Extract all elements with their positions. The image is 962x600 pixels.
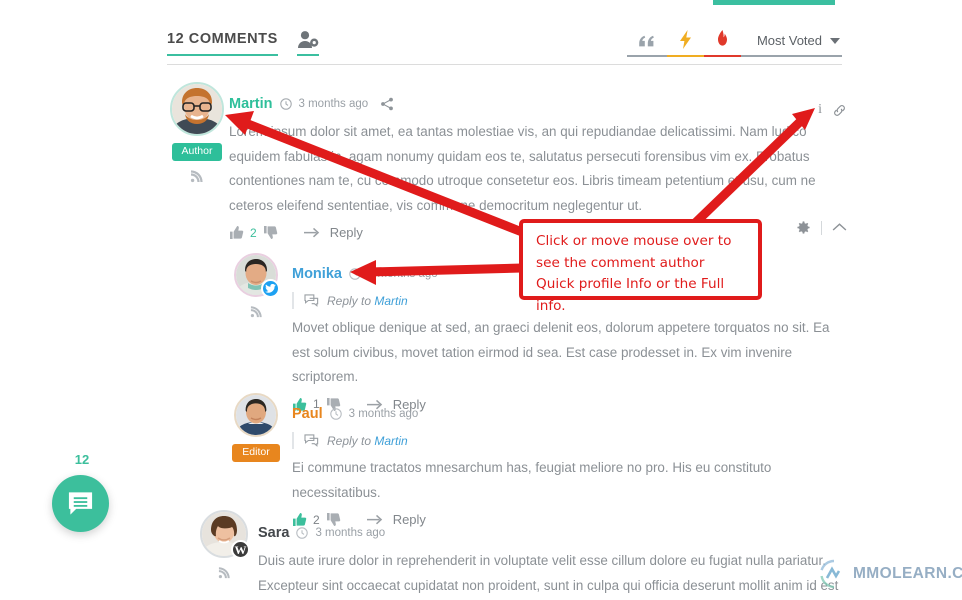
clock-icon <box>296 527 309 539</box>
chevron-down-icon <box>830 37 840 44</box>
avatar-column-martin: Author <box>167 82 227 183</box>
divider <box>821 220 822 235</box>
rss-icon[interactable] <box>167 169 227 183</box>
clock-icon <box>279 98 292 110</box>
reply-to-text: Reply to Martin <box>327 433 408 448</box>
clock-icon <box>349 268 361 280</box>
twitter-badge-icon <box>261 279 280 298</box>
comment-text: Lorem ipsum dolor sit amet, ea tantas mo… <box>229 124 816 213</box>
reply-to-author[interactable]: Martin <box>374 294 407 308</box>
thumbs-up-icon[interactable] <box>229 225 244 240</box>
reply-arrow-icon <box>303 227 319 238</box>
sort-dropdown-label: Most Voted <box>756 33 822 48</box>
comment-bubble-icon[interactable] <box>52 475 109 532</box>
author-name[interactable]: Martin <box>229 96 273 112</box>
comment-text: Duis aute irure dolor in reprehenderit i… <box>258 553 839 593</box>
wordpress-badge-icon: W <box>231 540 250 559</box>
link-icon[interactable] <box>832 103 847 118</box>
sort-dropdown[interactable]: Most Voted <box>740 33 842 57</box>
comment-meta: Martin 3 months ago <box>229 95 847 113</box>
comment-right-tools-top: i <box>818 102 847 118</box>
floating-comment-widget: 12 <box>52 452 112 532</box>
comment-meta: Sara 3 months ago <box>258 524 848 542</box>
gear-icon[interactable] <box>796 220 811 235</box>
comment-meta: Paul 3 months ago <box>292 405 848 423</box>
user-settings-icon[interactable] <box>296 30 319 56</box>
avatar[interactable]: W <box>200 510 250 559</box>
comment-body-paul: Paul 3 months ago Reply to Martin Ei com… <box>292 405 848 527</box>
lightning-icon[interactable] <box>666 30 704 57</box>
clock-icon <box>329 408 342 420</box>
quote-icon[interactable] <box>626 33 667 57</box>
annotation-callout-text: Click or move mouse over to see the comm… <box>536 233 732 314</box>
rss-icon[interactable] <box>196 566 252 579</box>
header-toolbar: Most Voted <box>626 30 842 57</box>
info-icon[interactable]: i <box>818 102 822 118</box>
avatar[interactable] <box>170 82 224 136</box>
comments-count-tab[interactable]: 12 COMMENTS <box>167 31 278 56</box>
watermark-logo-icon <box>820 559 841 589</box>
reply-bubble-icon <box>304 434 319 447</box>
comment-right-tools-bottom <box>796 220 847 235</box>
author-name[interactable]: Paul <box>292 406 323 422</box>
author-name[interactable]: Sara <box>258 525 289 541</box>
reply-to-text: Reply to Martin <box>327 293 408 308</box>
comment-timestamp: 3 months ago <box>367 268 438 280</box>
reply-bubble-icon <box>304 294 319 307</box>
role-badge: Author <box>171 143 223 161</box>
avatar-column-paul: Editor <box>230 393 282 462</box>
reply-to-author[interactable]: Martin <box>374 434 407 448</box>
share-icon[interactable] <box>380 97 394 111</box>
reply-button[interactable]: Reply <box>303 225 363 240</box>
header-left-group: 12 COMMENTS <box>167 30 319 56</box>
avatar-column-monika <box>230 253 282 318</box>
rss-icon[interactable] <box>230 305 282 318</box>
comment-timestamp: 3 months ago <box>315 527 386 539</box>
role-badge: Editor <box>232 444 280 462</box>
avatar-column-sara: W <box>196 510 252 579</box>
flame-icon[interactable] <box>703 30 741 57</box>
reply-label: Reply <box>329 225 363 240</box>
top-accent-bar <box>713 0 835 5</box>
watermark-text: MMOLEARN.COM <box>853 565 962 582</box>
avatar[interactable] <box>234 253 280 298</box>
comment-text: Movet oblique denique at sed, an graeci … <box>292 320 830 384</box>
annotation-callout: Click or move mouse over to see the comm… <box>519 219 762 314</box>
comment-text: Ei commune tractatos mnesarchum has, feu… <box>292 460 772 500</box>
vote-group: 2 <box>229 225 278 240</box>
watermark: MMOLEARN.COM <box>818 558 962 590</box>
comment-body-sara: Sara 3 months ago Duis aute irure dolor … <box>258 524 848 598</box>
thumbs-down-icon[interactable] <box>263 225 278 240</box>
header-divider <box>167 64 842 65</box>
fab-comment-count: 12 <box>74 452 90 467</box>
comments-header: 12 COMMENTS Most Voted <box>167 30 842 66</box>
comment-timestamp: 3 months ago <box>348 408 419 420</box>
chevron-up-icon[interactable] <box>832 222 847 233</box>
comment-timestamp: 3 months ago <box>298 98 369 110</box>
author-name[interactable]: Monika <box>292 266 342 282</box>
avatar[interactable] <box>234 393 278 437</box>
comments-page: 12 COMMENTS Most Voted Author Martin 3 m… <box>0 0 962 600</box>
vote-count: 2 <box>250 225 257 240</box>
reply-to-line: Reply to Martin <box>292 432 848 449</box>
